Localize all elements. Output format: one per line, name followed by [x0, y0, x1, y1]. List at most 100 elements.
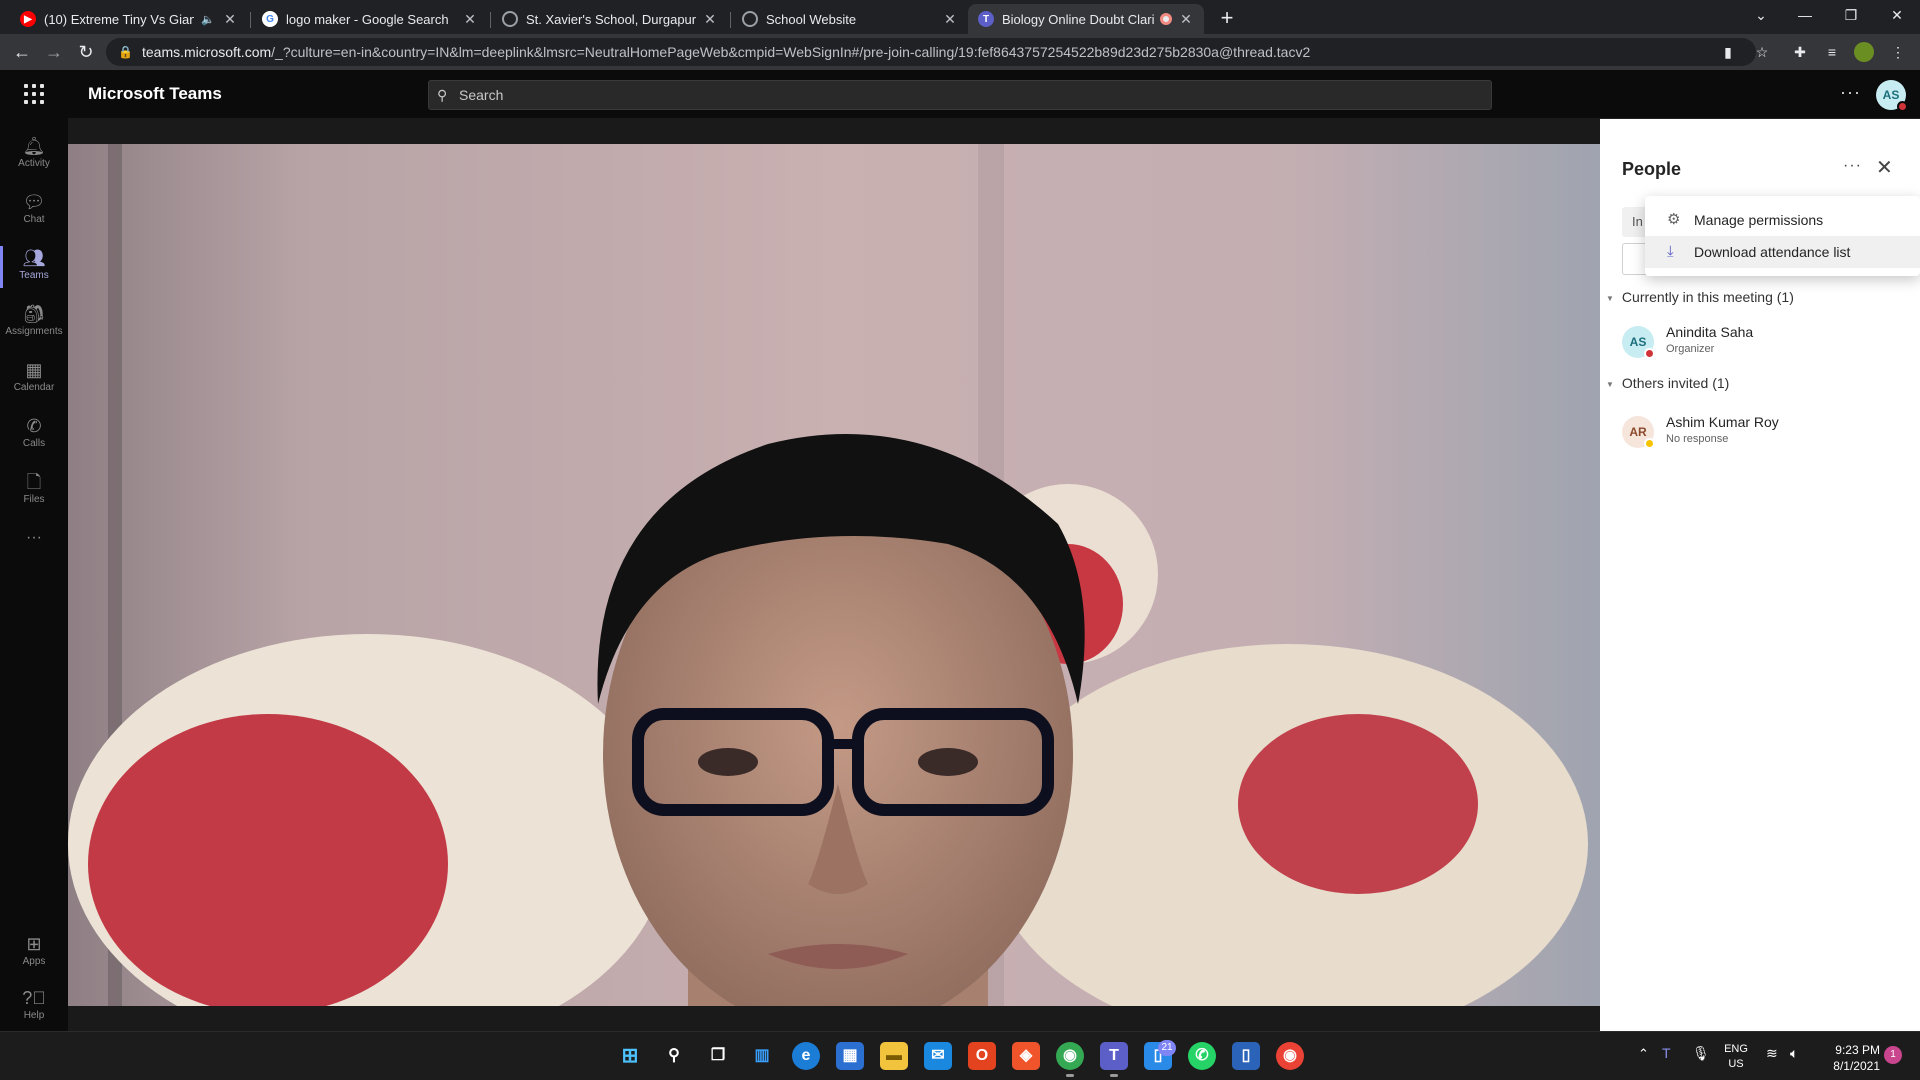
- windows-taskbar: ⊞ ⚲ ❐ ▥ e ▦ ▬ ✉ O ◈ ◉ T ▯ 21 ✆ ▯ ◉ ⌃ T 🎙…: [0, 1031, 1920, 1080]
- rail-label: Calendar: [13, 382, 55, 393]
- whatsapp-icon[interactable]: ✆: [1188, 1042, 1216, 1070]
- browser-toolbar: ← → ↻ 🔒 teams.microsoft.com/_?culture=en…: [0, 34, 1920, 70]
- search-icon[interactable]: ⚲: [660, 1042, 688, 1070]
- rail-item-activity[interactable]: 🔔︎ Activity: [0, 128, 68, 182]
- search-input[interactable]: ⚲ Search: [428, 80, 1492, 110]
- restore-button[interactable]: ❐: [1828, 0, 1874, 30]
- assignments-icon: 🎒︎: [22, 304, 46, 324]
- brave-icon[interactable]: ◈: [1012, 1042, 1040, 1070]
- close-window-button[interactable]: ✕: [1874, 0, 1920, 30]
- busy-status-icon: [1644, 348, 1655, 359]
- chrome-menu-icon[interactable]: ⋮: [1888, 42, 1908, 62]
- close-tab-icon[interactable]: ✕: [222, 11, 238, 28]
- office-icon[interactable]: O: [968, 1042, 996, 1070]
- tab-school-website[interactable]: School Website ✕: [732, 4, 968, 34]
- chrome-icon[interactable]: ◉: [1056, 1042, 1084, 1077]
- chrome-profile-icon[interactable]: ◉: [1276, 1042, 1304, 1070]
- url-path: /_?culture=en-in&country=IN&lm=deeplink&…: [271, 44, 1311, 60]
- language-indicator[interactable]: ENG US: [1718, 1042, 1754, 1072]
- system-clock[interactable]: 9:23 PM 8/1/2021: [1820, 1042, 1880, 1074]
- teams-tray-icon[interactable]: T: [1662, 1045, 1671, 1061]
- close-tab-icon[interactable]: ✕: [462, 11, 478, 28]
- address-bar[interactable]: 🔒 teams.microsoft.com/_?culture=en-in&co…: [106, 38, 1756, 66]
- section-header-in-meeting[interactable]: ▼ Currently in this meeting (1): [1606, 289, 1794, 305]
- rail-item-teams[interactable]: 👥︎ Teams: [0, 240, 68, 294]
- lock-icon: 🔒: [118, 45, 133, 59]
- menu-item-manage-permissions[interactable]: ⚙ Manage permissions: [1645, 204, 1920, 236]
- forward-button[interactable]: →: [42, 40, 66, 64]
- rail-item-files[interactable]: 🗋 Files: [0, 464, 68, 518]
- section-title: Others invited: [1621, 375, 1709, 391]
- bookmark-star-icon[interactable]: ☆: [1752, 42, 1772, 62]
- more-icon: ···: [26, 529, 42, 546]
- clock-date: 8/1/2021: [1833, 1059, 1880, 1073]
- microphone-icon[interactable]: 🎙︎: [1692, 1045, 1710, 1062]
- rail-item-calendar[interactable]: ▦ Calendar: [0, 352, 68, 406]
- people-panel-title: People: [1622, 159, 1682, 179]
- app-title: Microsoft Teams: [88, 84, 222, 103]
- back-button[interactable]: ←: [10, 40, 34, 64]
- minimize-button[interactable]: —: [1782, 0, 1828, 30]
- volume-icon[interactable]: 🔈︎: [1790, 1045, 1798, 1062]
- close-tab-icon[interactable]: ✕: [702, 11, 718, 28]
- tab-search-button[interactable]: ⌄: [1738, 0, 1784, 30]
- menu-item-download-attendance[interactable]: ⤓ Download attendance list: [1645, 236, 1920, 268]
- new-tab-button[interactable]: +: [1214, 6, 1240, 32]
- tab-google-search[interactable]: G logo maker - Google Search ✕: [252, 4, 488, 34]
- avatar-initials: AS: [1629, 335, 1647, 349]
- file-explorer-icon[interactable]: ▬: [880, 1042, 908, 1070]
- user-avatar[interactable]: AS: [1876, 80, 1908, 112]
- tab-separator: [250, 12, 251, 28]
- edge-icon[interactable]: e: [792, 1042, 820, 1070]
- tab-youtube[interactable]: ▶ (10) Extreme Tiny Vs Giant Fo 🔈 ✕: [10, 4, 248, 34]
- mail-icon[interactable]: ✉: [924, 1042, 952, 1070]
- phone-icon: ✆: [26, 416, 42, 436]
- windows-start-icon[interactable]: ⊞: [616, 1042, 644, 1070]
- invite-button-label: In: [1632, 214, 1643, 229]
- show-hidden-icons-icon[interactable]: ⌃: [1638, 1046, 1649, 1062]
- notepad-icon[interactable]: ▯: [1232, 1042, 1260, 1070]
- invitee-row[interactable]: AR Ashim Kumar Roy No response: [1622, 412, 1912, 452]
- close-tab-icon[interactable]: ✕: [1178, 11, 1194, 28]
- tab-st-xaviers[interactable]: St. Xavier's School, Durgapur: "Lil ✕: [492, 4, 728, 34]
- rail-item-apps[interactable]: ⊞ Apps: [0, 926, 68, 980]
- tab-title: (10) Extreme Tiny Vs Giant Fo: [44, 11, 194, 27]
- reload-button[interactable]: ↻: [74, 40, 98, 64]
- profile-avatar-icon[interactable]: [1854, 42, 1874, 62]
- task-view-icon[interactable]: ❐: [704, 1042, 732, 1070]
- section-header-others-invited[interactable]: ▼ Others invited (1): [1606, 375, 1729, 391]
- rail-more-apps[interactable]: ···: [0, 520, 68, 550]
- menu-item-label: Manage permissions: [1694, 212, 1824, 228]
- download-icon: ⤓: [1667, 243, 1674, 260]
- speaker-icon[interactable]: 🔈: [200, 13, 216, 26]
- app-launcher-icon[interactable]: [22, 82, 46, 106]
- section-title: Currently in this meeting: [1621, 289, 1773, 305]
- close-icon[interactable]: ✕: [1876, 155, 1893, 180]
- teams-icon[interactable]: T: [1100, 1042, 1128, 1077]
- teams-header: Microsoft Teams ⚲ Search ··· AS: [0, 70, 1920, 118]
- globe-icon: [742, 11, 758, 27]
- rail-item-calls[interactable]: ✆ Calls: [0, 408, 68, 462]
- camera-in-use-icon[interactable]: ▮: [1718, 42, 1738, 62]
- camera-feed-image: [68, 144, 1600, 1006]
- close-tab-icon[interactable]: ✕: [942, 11, 958, 28]
- rail-item-assignments[interactable]: 🎒︎ Assignments: [0, 296, 68, 350]
- tab-teams-meeting[interactable]: T Biology Online Doubt Clarific ✕: [968, 4, 1204, 34]
- participant-row[interactable]: AS Anindita Saha Organizer: [1622, 322, 1912, 362]
- more-options-icon[interactable]: ···: [1840, 82, 1861, 103]
- media-controls-icon[interactable]: ≡: [1822, 42, 1842, 62]
- rail-label: Assignments: [5, 326, 63, 337]
- globe-icon: [502, 11, 518, 27]
- rail-item-help[interactable]: ?⃝ Help: [0, 980, 68, 1034]
- search-placeholder: Search: [459, 87, 504, 103]
- extensions-icon[interactable]: ✚: [1790, 42, 1810, 62]
- wifi-icon[interactable]: ≋: [1766, 1045, 1778, 1062]
- more-options-icon[interactable]: ···: [1843, 157, 1862, 175]
- chat-icon: 💬︎: [22, 192, 46, 212]
- url-host: teams.microsoft.com: [142, 44, 272, 60]
- widgets-icon[interactable]: ▥: [748, 1042, 776, 1070]
- rail-label: Chat: [23, 214, 45, 225]
- notification-count-badge[interactable]: 1: [1884, 1046, 1902, 1064]
- rail-item-chat[interactable]: 💬︎ Chat: [0, 184, 68, 238]
- store-icon[interactable]: ▦: [836, 1042, 864, 1070]
